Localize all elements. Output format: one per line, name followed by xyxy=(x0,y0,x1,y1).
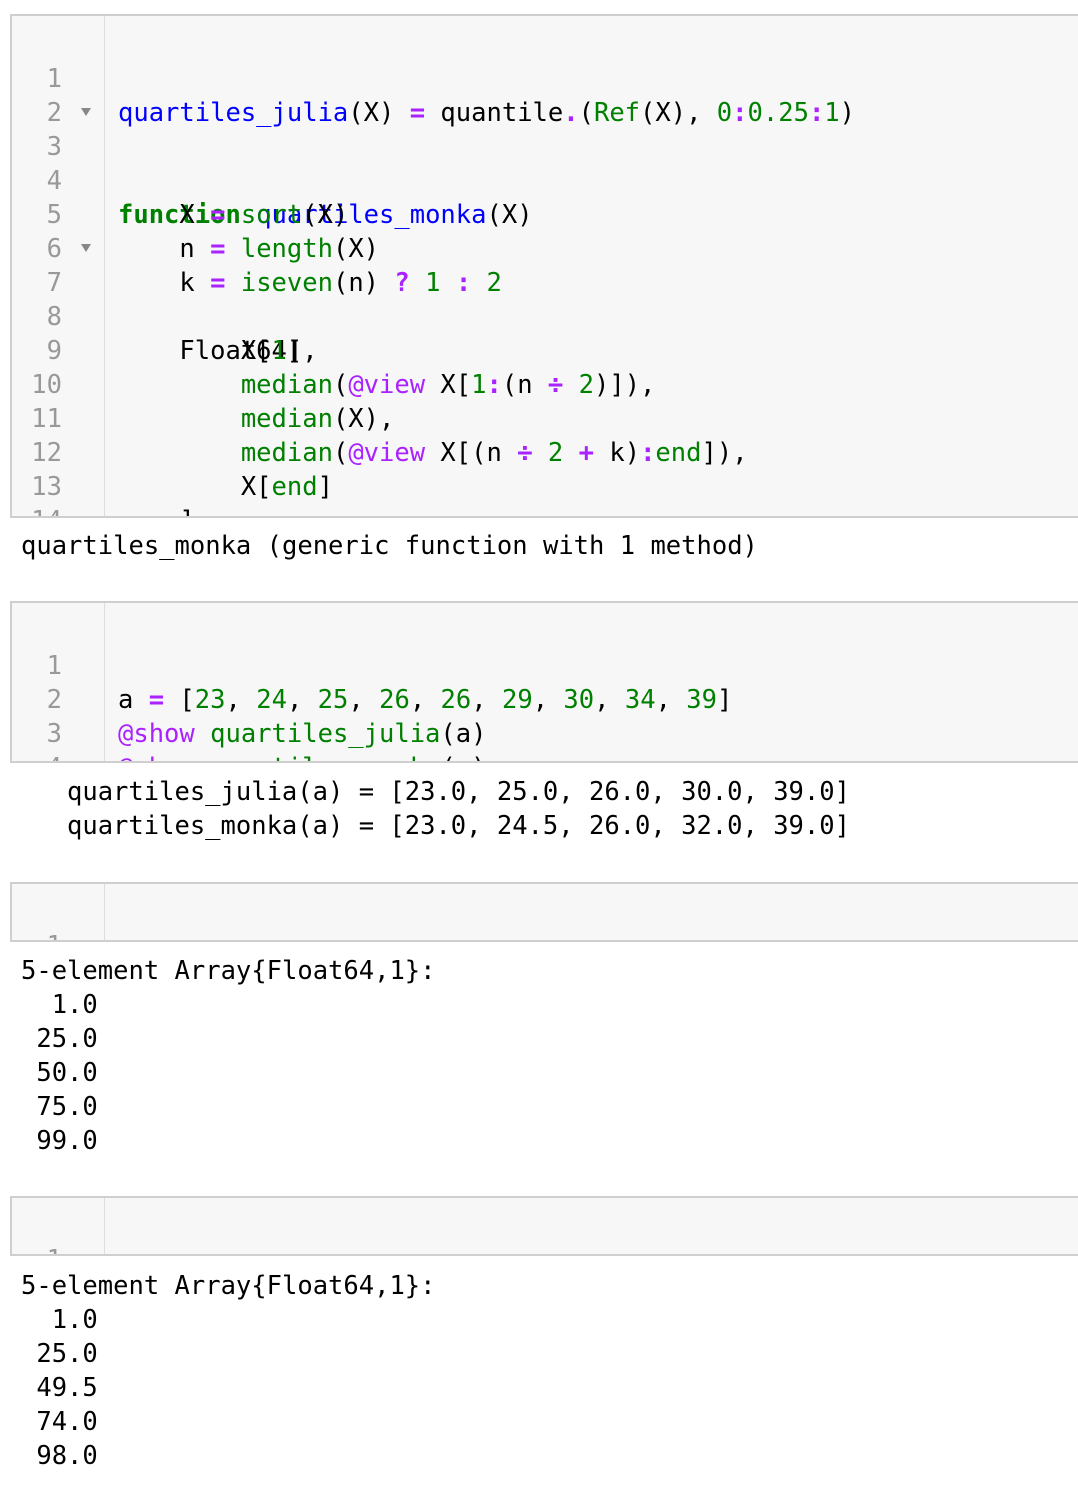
fold-arrow-icon[interactable] xyxy=(81,108,91,116)
code-line: 12 X[end] xyxy=(12,402,1078,502)
code-line: 3 @show quartiles_monka(a) xyxy=(12,683,1078,761)
code-line: 10 median(X), xyxy=(12,334,1078,434)
line-number: 14 xyxy=(12,504,62,516)
code-line: 4 X = sort(X) xyxy=(12,130,1078,230)
code-token: @show xyxy=(118,753,195,761)
fold-arrow-icon[interactable] xyxy=(81,244,91,252)
code-cell-4[interactable]: 1 quartiles_monka(1:98) xyxy=(10,1196,1078,1256)
cell-output-line: 50.0 xyxy=(21,1058,98,1088)
code-token: (a) xyxy=(440,753,486,761)
cell-output-line: 1.0 xyxy=(21,990,98,1020)
code-line: 6 k = iseven(n) ? 1 : 2 xyxy=(12,198,1078,298)
code-line: 2 xyxy=(12,62,1078,128)
cell-output-line: 25.0 xyxy=(21,1339,98,1369)
code-line: 2 @show quartiles_julia(a) xyxy=(12,649,1078,749)
cell-output-line: 74.0 xyxy=(21,1407,98,1437)
cell-output-line: 49.5 xyxy=(21,1373,98,1403)
code-line: 7 Float64[ xyxy=(12,232,1078,366)
line-number: 4 xyxy=(12,751,62,761)
code-line: 9 median(@view X[1:(n ÷ 2)]), xyxy=(12,300,1078,400)
cell-output-line: 75.0 xyxy=(21,1092,98,1122)
cell-output-1: quartiles_monka (generic function with 1… xyxy=(21,531,758,561)
code-line: 1 quartiles_monka(1:98) xyxy=(12,1209,1078,1254)
code-line: 5 n = length(X) xyxy=(12,164,1078,264)
line-number: 1 xyxy=(12,1243,62,1254)
cell-output-line: quartiles_julia(a) = [23.0, 25.0, 26.0, … xyxy=(67,777,850,807)
code-cell-3[interactable]: 1 quartiles_monka(1:99) xyxy=(10,882,1078,942)
code-line: 3 function quartiles_monka(X) xyxy=(12,96,1078,230)
code-line: 11 median(@view X[(n ÷ 2 + k):end]), xyxy=(12,368,1078,468)
cell-output-line: 99.0 xyxy=(21,1126,98,1156)
code-line: 1 quartiles_monka(1:99) xyxy=(12,895,1078,940)
code-cell-1[interactable]: 1 quartiles_julia(X) = quantile.(Ref(X),… xyxy=(10,14,1078,518)
code-cell-2[interactable]: 1 a = [23, 24, 25, 26, 26, 29, 30, 34, 3… xyxy=(10,601,1078,763)
code-token: quartiles_monka xyxy=(210,753,440,761)
cell-output-line: 98.0 xyxy=(21,1441,98,1471)
cell-output-line: 5-element Array{Float64,1}: xyxy=(21,1271,436,1301)
cell-output-line: 25.0 xyxy=(21,1024,98,1054)
cell-output-line: quartiles_monka(a) = [23.0, 24.5, 26.0, … xyxy=(67,811,850,841)
code-line: 13 ] xyxy=(12,436,1078,516)
cell-output-line: 5-element Array{Float64,1}: xyxy=(21,956,436,986)
code-line: 1 a = [23, 24, 25, 26, 26, 29, 30, 34, 3… xyxy=(12,615,1078,715)
code-line: 1 quartiles_julia(X) = quantile.(Ref(X),… xyxy=(12,28,1078,128)
cell-output-line: 1.0 xyxy=(21,1305,98,1335)
code-line: 4 ; xyxy=(12,717,1078,761)
code-token: ] xyxy=(118,506,194,516)
code-line: 14 end xyxy=(12,470,1078,516)
line-number: 1 xyxy=(12,929,62,940)
code-line: 8 X[1], xyxy=(12,266,1078,366)
